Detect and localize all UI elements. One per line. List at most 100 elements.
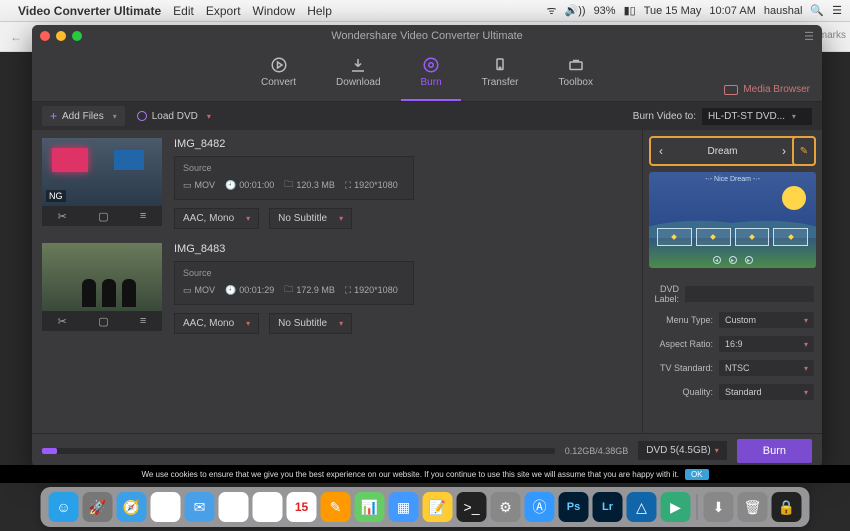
user-text[interactable]: haushal xyxy=(764,5,803,17)
dock-app-mail[interactable]: ✉ xyxy=(185,492,215,522)
next-clip-icon[interactable]: ▸ xyxy=(745,256,753,264)
menu-window[interactable]: Window xyxy=(253,4,296,18)
chevron-down-icon[interactable]: ▾ xyxy=(113,112,117,121)
resolution-text: ⛶ 1920*1080 xyxy=(345,285,398,296)
preview-clips xyxy=(657,228,808,246)
wifi-icon[interactable]: ᯤ xyxy=(546,3,556,18)
crop-icon[interactable]: ▢ xyxy=(98,210,108,223)
menu-extra-icon[interactable]: ☰ xyxy=(832,4,842,17)
source-label: Source xyxy=(183,268,405,278)
template-preview[interactable]: -·- Nice Dream -·- ◂ ▸ ▸ xyxy=(649,172,816,268)
dock-app-lightroom[interactable]: Lr xyxy=(593,492,623,522)
menu-help[interactable]: Help xyxy=(307,4,332,18)
menu-edit[interactable]: Edit xyxy=(173,4,194,18)
dock-app-itunes[interactable]: ♪ xyxy=(219,492,249,522)
sun-graphic xyxy=(782,186,806,210)
next-template-button[interactable]: › xyxy=(782,144,786,158)
dock-app-wondershare[interactable]: ▶ xyxy=(661,492,691,522)
quality-dropdown[interactable]: Standard▾ xyxy=(719,384,814,400)
subbar: + Add Files ▾ Load DVD ▾ Burn Video to: … xyxy=(32,102,822,130)
tab-transfer[interactable]: Transfer xyxy=(482,56,519,92)
chevron-down-icon[interactable]: ▾ xyxy=(207,112,211,121)
dvd-label-input[interactable] xyxy=(685,286,814,302)
size-progress xyxy=(42,448,555,454)
crop-icon[interactable]: ▢ xyxy=(98,315,108,328)
dock-app-settings[interactable]: ⚙ xyxy=(491,492,521,522)
dock-app-notes[interactable]: 📝 xyxy=(423,492,453,522)
chevron-down-icon: ▾ xyxy=(804,340,808,349)
chevron-down-icon: ▾ xyxy=(339,319,343,328)
effects-icon[interactable]: ≡ xyxy=(140,315,146,327)
aspect-ratio-dropdown[interactable]: 16:9▾ xyxy=(719,336,814,352)
trim-icon[interactable]: ✂ xyxy=(58,210,67,223)
tv-standard-dropdown[interactable]: NTSC▾ xyxy=(719,360,814,376)
dock-app-numbers[interactable]: 📊 xyxy=(355,492,385,522)
browser-back-icon[interactable]: ← xyxy=(6,30,26,44)
dock-app-lock[interactable]: 🔒 xyxy=(772,492,802,522)
burn-to-dropdown[interactable]: HL-DT-ST DVD... ▾ xyxy=(702,108,812,125)
file-info: IMG_8482 Source ▭ MOV 🕘 00:01:00 🗀 120.3… xyxy=(174,138,632,229)
tab-convert[interactable]: Convert xyxy=(261,56,296,92)
disc-size-dropdown[interactable]: DVD 5(4.5GB)▾ xyxy=(638,441,726,460)
format-badge: ▭ MOV xyxy=(183,285,215,296)
add-files-button[interactable]: + Add Files ▾ xyxy=(42,106,125,126)
dock-app-launchpad[interactable]: 🚀 xyxy=(83,492,113,522)
trim-icon[interactable]: ✂ xyxy=(58,315,67,328)
dock-app-calendar[interactable]: 15 xyxy=(287,492,317,522)
audio-dropdown[interactable]: AAC, Mono▾ xyxy=(174,313,259,334)
menu-type-label: Menu Type: xyxy=(651,315,713,325)
search-icon[interactable]: 🔍 xyxy=(810,4,824,17)
dock-app-finder[interactable]: ☺ xyxy=(49,492,79,522)
dock-app-photoshop[interactable]: Ps xyxy=(559,492,589,522)
window-title: Wondershare Video Converter Ultimate xyxy=(32,30,822,42)
template-selector: ‹ Dream › ✎ xyxy=(649,136,816,166)
volume-icon[interactable]: 🔊)) xyxy=(565,4,586,17)
menu-export[interactable]: Export xyxy=(206,4,241,18)
duration-text: 🕘 00:01:29 xyxy=(225,285,274,296)
dock-app-terminal[interactable]: >_ xyxy=(457,492,487,522)
file-row[interactable]: ✂ ▢ ≡ IMG_8483 Source ▭ MOV 🕘 00:01:29 🗀… xyxy=(42,243,632,334)
load-dvd-button[interactable]: Load DVD ▾ xyxy=(137,111,211,122)
tab-label: Convert xyxy=(261,77,296,88)
subtitle-dropdown[interactable]: No Subtitle▾ xyxy=(269,208,352,229)
dock-app-chrome[interactable]: ◉ xyxy=(151,492,181,522)
dock-app-safari[interactable]: 🧭 xyxy=(117,492,147,522)
tab-label: Toolbox xyxy=(559,77,593,88)
media-browser-button[interactable]: Media Browser xyxy=(724,84,810,95)
tab-toolbox[interactable]: Toolbox xyxy=(559,56,593,92)
dvd-label-label: DVD Label: xyxy=(651,284,679,304)
battery-icon: ▮▯ xyxy=(624,4,636,17)
file-row[interactable]: NG ✂ ▢ ≡ IMG_8482 Source ▭ MOV 🕘 00:01 xyxy=(42,138,632,229)
dock-app-keynote[interactable]: ▦ xyxy=(389,492,419,522)
menu-type-dropdown[interactable]: Custom▾ xyxy=(719,312,814,328)
dock-app-preview[interactable]: 🖼 xyxy=(253,492,283,522)
audio-dropdown[interactable]: AAC, Mono▾ xyxy=(174,208,259,229)
dock-app-appstore[interactable]: Ⓐ xyxy=(525,492,555,522)
subtitle-dropdown[interactable]: No Subtitle▾ xyxy=(269,313,352,334)
edit-template-button[interactable]: ✎ xyxy=(792,136,816,166)
tv-standard-label: TV Standard: xyxy=(651,363,713,373)
tab-burn[interactable]: Burn xyxy=(421,56,442,92)
dock-app-app1[interactable]: △ xyxy=(627,492,657,522)
dock-app-downloads[interactable]: ⬇ xyxy=(704,492,734,522)
tab-label: Download xyxy=(336,77,380,88)
app-name[interactable]: Video Converter Ultimate xyxy=(18,4,161,18)
cookie-ok-button[interactable]: OK xyxy=(685,469,709,480)
play-icon[interactable]: ▸ xyxy=(729,256,737,264)
thumbnail-image[interactable]: NG xyxy=(42,138,162,206)
effects-icon[interactable]: ≡ xyxy=(140,210,146,222)
duration-text: 🕘 00:01:00 xyxy=(225,180,274,191)
tab-label: Transfer xyxy=(482,77,519,88)
chevron-down-icon: ▾ xyxy=(339,214,343,223)
prev-clip-icon[interactable]: ◂ xyxy=(713,256,721,264)
plus-icon: + xyxy=(50,109,57,123)
menubar-status: ᯤ 🔊)) 93% ▮▯ Tue 15 May 10:07 AM haushal… xyxy=(546,3,842,18)
file-list: NG ✂ ▢ ≡ IMG_8482 Source ▭ MOV 🕘 00:01 xyxy=(32,130,642,433)
file-thumbnail: ✂ ▢ ≡ xyxy=(42,243,162,334)
quality-label: Quality: xyxy=(651,387,713,397)
burn-button[interactable]: Burn xyxy=(737,439,812,463)
tab-download[interactable]: Download xyxy=(336,56,380,92)
thumbnail-image[interactable] xyxy=(42,243,162,311)
dock-app-trash[interactable]: 🗑 xyxy=(738,492,768,522)
dock-app-pages[interactable]: ✎ xyxy=(321,492,351,522)
